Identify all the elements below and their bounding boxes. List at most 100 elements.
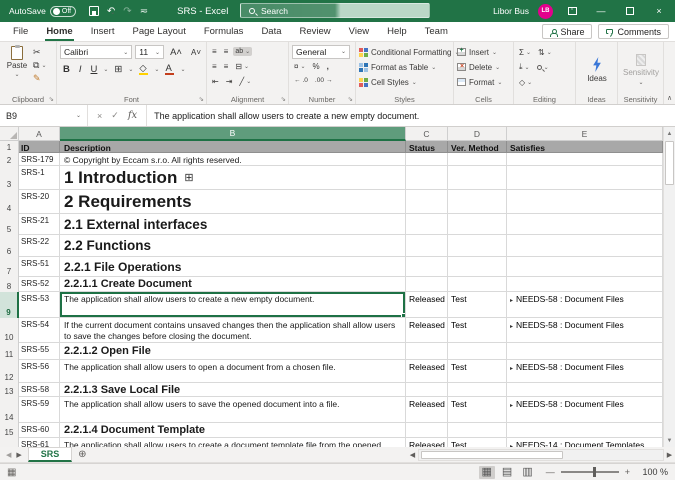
cell-C10[interactable]: Released (406, 318, 448, 343)
cell-C2[interactable] (406, 153, 448, 166)
cell-C5[interactable] (406, 214, 448, 235)
increase-indent-button[interactable]: ⇥ (224, 76, 235, 87)
merge-center-button[interactable]: ⊟⌄ (233, 61, 251, 72)
row-header-11[interactable]: 11 (0, 343, 19, 360)
zoom-out-button[interactable]: — (546, 467, 555, 477)
row-header-1[interactable]: 1 (0, 141, 19, 153)
format-as-table-button[interactable]: Format as Table⌄ (359, 60, 451, 74)
row-header-2[interactable]: 2 (0, 153, 19, 166)
cell-D7[interactable] (448, 257, 507, 277)
row-header-9[interactable]: 9 (0, 292, 19, 318)
cell-C11[interactable] (406, 343, 448, 360)
tab-home[interactable]: Home (37, 22, 81, 41)
cell-D14[interactable]: Test (448, 397, 507, 423)
new-sheet-button[interactable]: ⊕ (72, 447, 92, 462)
autosave-pill[interactable]: Off (50, 6, 76, 17)
cell-B13[interactable]: 2.2.1.3 Save Local File (60, 383, 406, 397)
avatar[interactable]: LB (538, 4, 553, 19)
cell-C13[interactable] (406, 383, 448, 397)
vertical-scrollbar[interactable]: ▲ ▼ (663, 127, 675, 447)
cell-A4[interactable]: SRS-20 (19, 190, 60, 214)
sensitivity-button[interactable]: Sensitivity ⌄ (621, 44, 661, 93)
orientation-button[interactable]: ╱⌄ (237, 76, 253, 87)
column-header-D[interactable]: D (448, 127, 507, 141)
tab-help[interactable]: Help (378, 22, 416, 41)
comments-button[interactable]: Comments (598, 24, 669, 39)
cell-D9[interactable]: Test (448, 292, 507, 318)
cell-E1[interactable]: Satisfies (507, 141, 663, 153)
share-button[interactable]: Share (542, 24, 592, 39)
bold-button[interactable]: B (60, 64, 73, 75)
cell-A10[interactable]: SRS-54 (19, 318, 60, 343)
cell-C14[interactable]: Released (406, 397, 448, 423)
alignment-dialog-launcher-icon[interactable]: ⇘ (281, 95, 286, 103)
tab-data[interactable]: Data (252, 22, 290, 41)
cell-D13[interactable] (448, 383, 507, 397)
decrease-indent-button[interactable]: ⇤ (210, 76, 221, 87)
cell-B5[interactable]: 2.1 External interfaces (60, 214, 406, 235)
cell-C1[interactable]: Status (406, 141, 448, 153)
tab-insert[interactable]: Insert (82, 22, 124, 41)
cell-E15[interactable] (507, 423, 663, 438)
underline-button[interactable]: U (88, 64, 101, 75)
cell-A2[interactable]: SRS-179 (19, 153, 60, 166)
cell-A5[interactable]: SRS-21 (19, 214, 60, 235)
cell-B8[interactable]: 2.2.1.1 Create Document (60, 277, 406, 292)
sheet-tab-srs[interactable]: SRS (28, 447, 73, 462)
decrease-decimal-button[interactable]: .00→ (313, 76, 335, 85)
percent-style-button[interactable]: % (310, 61, 321, 72)
cell-A3[interactable]: SRS-1 (19, 166, 60, 190)
cell-D16[interactable]: Test (448, 438, 507, 447)
middle-align-button[interactable]: ≡ (222, 46, 231, 57)
increase-decimal-button[interactable]: ←.0 (292, 76, 310, 85)
cell-A6[interactable]: SRS-22 (19, 235, 60, 257)
cell-E11[interactable] (507, 343, 663, 360)
column-header-A[interactable]: A (19, 127, 60, 141)
vertical-scroll-thumb[interactable] (665, 141, 674, 185)
fill-color-button[interactable]: ◇ (136, 63, 151, 75)
close-button[interactable]: × (649, 0, 669, 22)
tab-file[interactable]: File (4, 22, 37, 41)
row-header-13[interactable]: 13 (0, 383, 19, 397)
page-layout-view-button[interactable]: ▤ (499, 466, 515, 479)
cell-E10[interactable]: ▸NEEDS-58 : Document Files (507, 318, 663, 343)
cell-D10[interactable]: Test (448, 318, 507, 343)
cell-B9[interactable]: The application shall allow users to cre… (60, 292, 406, 318)
number-format-select[interactable]: General⌄ (292, 45, 350, 59)
format-painter-button[interactable]: ✎ (31, 73, 48, 84)
save-icon[interactable] (89, 6, 99, 16)
insert-function-icon[interactable]: fx (128, 110, 137, 121)
scroll-up-icon[interactable]: ▲ (664, 127, 675, 140)
cell-E16[interactable]: ▸NEEDS-14 : Document Templates (507, 438, 663, 447)
delete-cells-button[interactable]: Delete⌄ (457, 60, 511, 74)
search-input[interactable]: Search (240, 3, 430, 18)
cell-A8[interactable]: SRS-52 (19, 277, 60, 292)
maximize-button[interactable] (620, 0, 640, 22)
cell-D4[interactable] (448, 190, 507, 214)
tab-formulas[interactable]: Formulas (195, 22, 253, 41)
cell-E5[interactable] (507, 214, 663, 235)
redo-button[interactable]: ↷⌄ (123, 6, 131, 17)
cell-B4[interactable]: 2 Requirements (60, 190, 406, 214)
align-center-button[interactable]: ≡ (222, 61, 231, 72)
cell-C15[interactable] (406, 423, 448, 438)
font-size-select[interactable]: 11⌄ (135, 45, 164, 59)
scroll-left-icon[interactable]: ◀ (407, 451, 418, 459)
chevron-down-icon[interactable]: ⌄ (14, 71, 19, 78)
cell-C9[interactable]: Released (406, 292, 448, 318)
cell-B3[interactable]: 1 Introduction⊞ (60, 166, 406, 190)
autosum-button[interactable]: Σ⌄ (517, 47, 533, 58)
cell-D5[interactable] (448, 214, 507, 235)
shrink-font-button[interactable]: A˅ (188, 48, 204, 57)
comma-style-button[interactable]: , (325, 61, 331, 72)
copy-button[interactable]: ⧉⌄ (31, 60, 48, 71)
scroll-down-icon[interactable]: ▼ (664, 434, 675, 447)
cell-D11[interactable] (448, 343, 507, 360)
row-header-5[interactable]: 5 (0, 214, 19, 235)
tab-team[interactable]: Team (416, 22, 457, 41)
select-all-button[interactable] (0, 127, 19, 141)
ribbon-display-options-button[interactable]: ⌃ (562, 0, 582, 22)
page-break-view-button[interactable]: ▥ (519, 466, 535, 479)
cell-E8[interactable] (507, 277, 663, 292)
font-name-select[interactable]: Calibri⌄ (60, 45, 132, 59)
